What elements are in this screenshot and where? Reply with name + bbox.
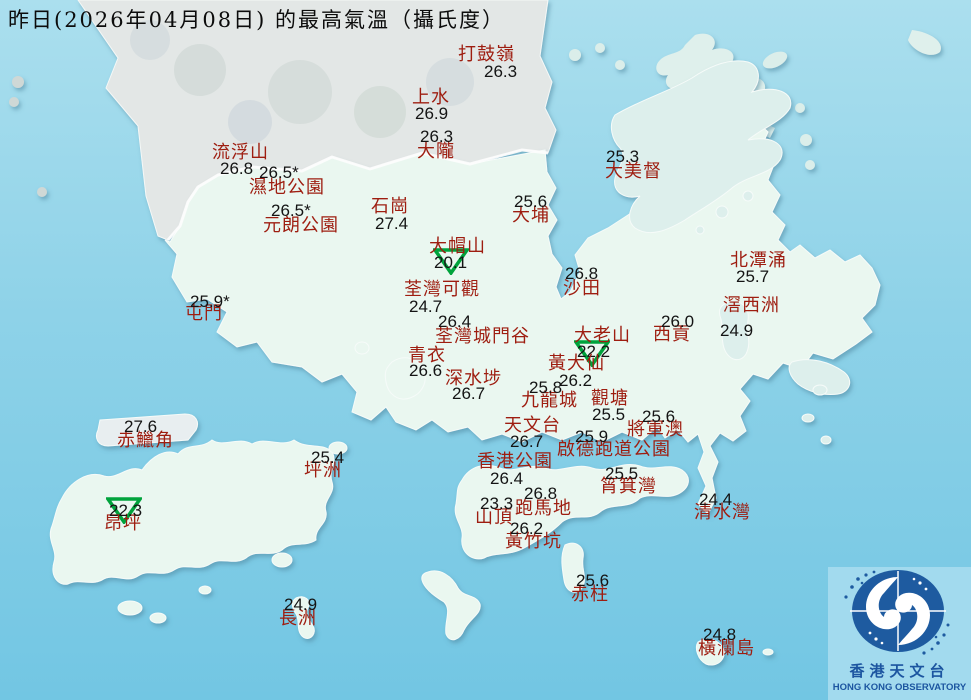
hko-logo: 香港天文台 HONG KONG OBSERVATORY — [828, 567, 971, 700]
station-value: 26.7 — [510, 433, 543, 450]
station-value: 26.2 — [559, 372, 592, 389]
station-value: 26.4 — [490, 470, 523, 487]
station-value: 24.9 — [284, 596, 317, 613]
station-value: 25.7 — [736, 268, 769, 285]
station-value: 25.5 — [592, 406, 625, 423]
station-value: 26.5* — [271, 202, 311, 219]
station-value: 24.4 — [699, 491, 732, 508]
station-value: 25.6 — [576, 572, 609, 589]
hko-temperature-map: 打鼓嶺26.3上水26.9大隴26.3流浮山26.8濕地公園26.5*大美督25… — [0, 0, 971, 700]
station-value: 25.6 — [514, 193, 547, 210]
station-value: 25.3 — [606, 148, 639, 165]
station-value: 26.8 — [524, 485, 557, 502]
station-value: 26.2 — [510, 520, 543, 537]
station-value: 22.3 — [109, 502, 142, 519]
station-value: 26.4 — [438, 313, 471, 330]
station-value: 27.6 — [124, 418, 157, 435]
station-value: 26.3 — [420, 128, 453, 145]
station-value: 26.9 — [415, 105, 448, 122]
station-name: 滘西洲 — [723, 297, 780, 315]
hko-logo-text-zh: 香港天文台 — [828, 660, 971, 681]
station-value: 26.8 — [565, 265, 598, 282]
station-value: 26.3 — [484, 63, 517, 80]
station-value: 27.4 — [375, 215, 408, 232]
station-value: 26.5* — [259, 164, 299, 181]
station-value: 26.7 — [452, 385, 485, 402]
station-value: 26.6 — [409, 362, 442, 379]
station-value: 25.8 — [529, 379, 562, 396]
station-value: 24.9 — [720, 322, 753, 339]
station-value: 26.0 — [661, 313, 694, 330]
station-value: 23.3 — [480, 495, 513, 512]
station-value: 20.1 — [434, 254, 467, 271]
station-value: 25.9 — [575, 428, 608, 445]
station-value: 25.6 — [642, 408, 675, 425]
station-labels-layer: 打鼓嶺26.3上水26.9大隴26.3流浮山26.8濕地公園26.5*大美督25… — [0, 0, 971, 700]
station-value: 26.8 — [220, 160, 253, 177]
station-value: 25.5 — [605, 465, 638, 482]
page-title: 昨日(2026年04月08日) 的最高氣溫（攝氏度） — [8, 4, 505, 34]
station-value: 25.4 — [311, 449, 344, 466]
station-value: 25.9* — [190, 293, 230, 310]
hko-logo-text-en: HONG KONG OBSERVATORY — [828, 682, 971, 693]
station-value: 24.8 — [703, 626, 736, 643]
hko-logo-icon — [828, 567, 971, 655]
